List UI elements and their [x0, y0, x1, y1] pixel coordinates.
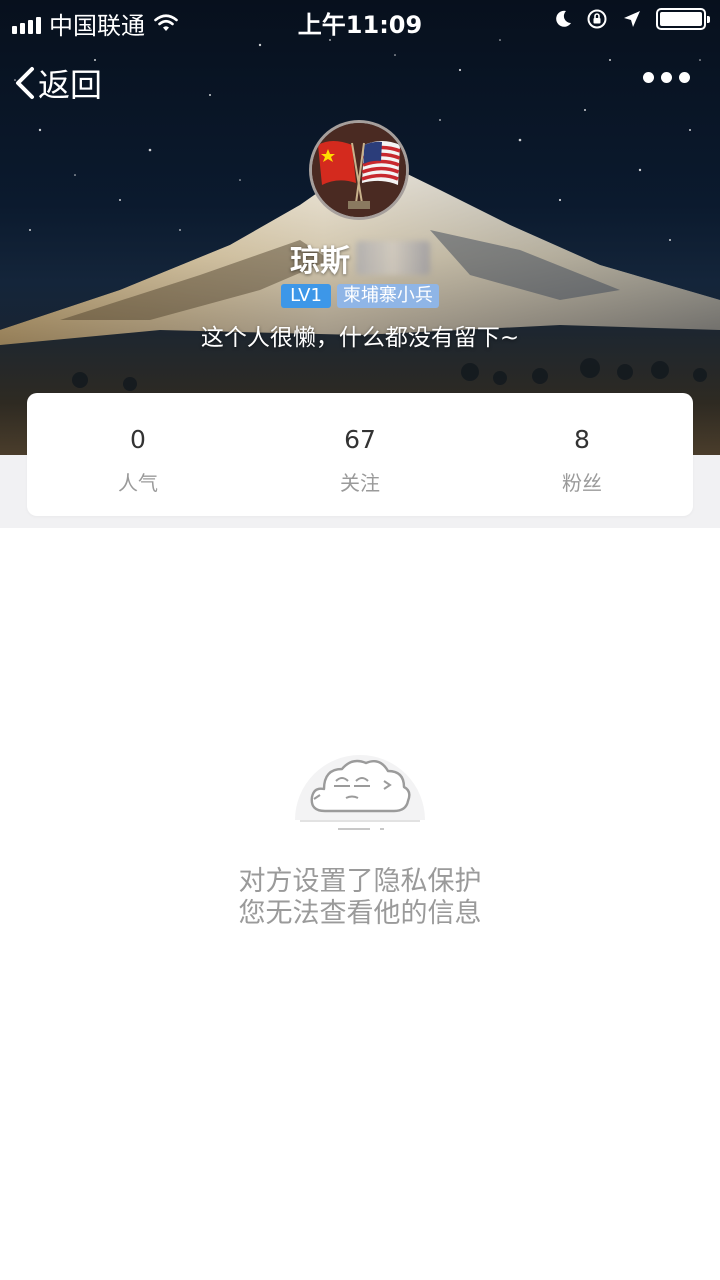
stat-value: 8: [574, 425, 590, 454]
username-row: 琼斯: [0, 236, 720, 280]
profile-screen: 中国联通 上午11:09 返回 琼斯 LV1 柬埔寨小兵 这个人很懒，什么都没有…: [0, 0, 720, 1280]
stat-label: 粉丝: [562, 471, 602, 495]
more-options-button[interactable]: [643, 72, 690, 83]
mountain-night-scene: [0, 39, 720, 455]
stat-label: 关注: [340, 471, 380, 495]
back-button[interactable]: 返回: [12, 60, 102, 106]
stat-followers[interactable]: 8 粉丝: [471, 393, 693, 516]
chevron-left-icon: [16, 67, 34, 99]
status-right: [554, 8, 710, 30]
back-label: 返回: [38, 66, 103, 104]
privacy-message-line2: 您无法查看他的信息: [238, 898, 482, 929]
rotation-lock-icon: [587, 9, 607, 29]
stats-card: 0 人气 67 关注 8 粉丝: [27, 393, 693, 516]
title-badge: 柬埔寨小兵: [336, 284, 439, 308]
stat-value: 67: [344, 425, 376, 454]
username: 琼斯: [290, 244, 350, 279]
stat-popularity[interactable]: 0 人气: [27, 393, 249, 516]
more-dot-icon: [679, 72, 690, 83]
stat-value: 0: [130, 425, 146, 454]
profile-cover-image: [0, 0, 720, 455]
privacy-message-line1: 对方设置了隐私保护: [238, 866, 482, 897]
more-dot-icon: [661, 72, 672, 83]
user-badges: LV1 柬埔寨小兵: [0, 284, 720, 308]
battery-icon: [656, 8, 710, 30]
username-blurred-part: [356, 241, 430, 275]
stat-label: 人气: [118, 471, 158, 495]
level-badge: LV1: [281, 284, 331, 308]
stat-following[interactable]: 67 关注: [249, 393, 471, 516]
more-dot-icon: [643, 72, 654, 83]
avatar[interactable]: [309, 120, 409, 220]
status-bar: 中国联通 上午11:09: [0, 0, 720, 40]
location-arrow-icon: [624, 11, 640, 27]
flags-avatar-image: [312, 123, 406, 217]
privacy-cloud-icon: [295, 755, 425, 830]
user-bio: 这个人很懒，什么都没有留下~: [200, 325, 520, 351]
moon-icon: [556, 10, 571, 27]
privacy-message: 对方设置了隐私保护 您无法查看他的信息: [0, 866, 720, 930]
